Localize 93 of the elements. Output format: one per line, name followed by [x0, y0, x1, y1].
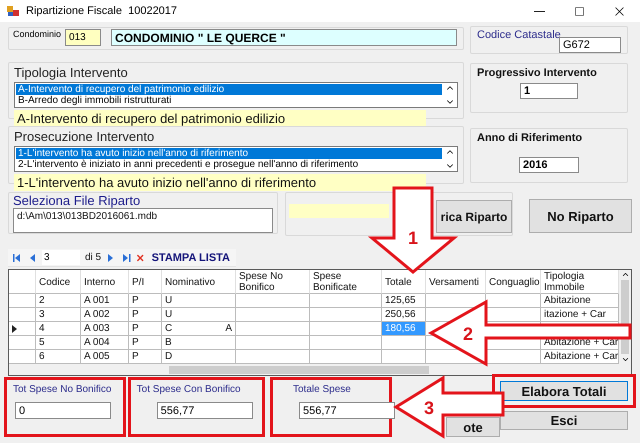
list-box[interactable]: 1-L'intervento ha avuto inizio nell'anno di riferimento 2-L'intervento è iniziato in anni precedenti e prosegue nell'anno di riferimento [14, 146, 458, 172]
name-fragment: U [165, 295, 172, 306]
table-cell: 125,65 [382, 294, 426, 308]
column-header[interactable]: Tipologia Immobile [541, 270, 619, 294]
list-item[interactable]: 2-L'intervento è iniziato in anni precedenti e prosegue nell'anno di riferimento [16, 159, 442, 170]
column-header[interactable]: P/I [129, 270, 162, 294]
print-list-button[interactable]: STAMPA LISTA [150, 252, 232, 264]
table-cell: itazione + Car [541, 308, 619, 322]
table-cell [310, 336, 382, 350]
quote-button[interactable]: ote [446, 417, 500, 437]
anno-label: Anno di Riferimento [477, 132, 584, 144]
list-item[interactable]: A-Intervento di recupero del patrimonio edilizio [16, 84, 442, 95]
table-cell: P [129, 350, 162, 364]
progressivo-label: Progressivo Intervento [477, 67, 598, 79]
column-header[interactable]: Nominativo [162, 270, 236, 294]
table-cell: 3 [36, 308, 81, 322]
table-cell: A 003 [81, 322, 129, 336]
totals-label: Tot Spese Con Bonifico [136, 384, 242, 395]
table-cell: P [129, 322, 162, 336]
table-cell: A 002 [81, 308, 129, 322]
row-header[interactable] [9, 322, 36, 336]
app-icon [6, 4, 20, 18]
window-title: Ripartizione Fiscale 10022017 [26, 5, 178, 17]
condominio-code-field[interactable]: 013 [65, 29, 102, 46]
table-cell [486, 350, 541, 364]
no-riparto-button[interactable]: No Riparto [529, 199, 632, 233]
totals-label: Tot Spese No Bonifico [13, 384, 112, 395]
list-box[interactable]: A-Intervento di recupero del patrimonio edilizio B-Arredo degli immobili ristrutturati [14, 82, 458, 108]
name-fragment: B [165, 337, 172, 348]
table-cell: Abitazione + Car [541, 350, 619, 364]
maximize-icon [574, 6, 584, 16]
totals-field[interactable]: 556,77 [299, 402, 395, 419]
table-cell: 6 [36, 350, 81, 364]
table-cell: 5 [36, 336, 81, 350]
scroll-down-icon[interactable] [620, 355, 630, 364]
table-cell: Abitazione [541, 294, 619, 308]
name-fragment: A [225, 323, 232, 334]
group-label: Seleziona File Riparto [13, 193, 142, 208]
step-number: 1 [408, 228, 418, 248]
column-header[interactable]: Codice [36, 270, 81, 294]
record-count: di 5 [85, 252, 102, 263]
condominio-name-field[interactable]: CONDOMINIO " LE QUERCE " [111, 29, 458, 46]
current-row-icon [12, 324, 17, 332]
list-item[interactable]: 1-L'intervento ha avuto inizio nell'anno di riferimento [16, 148, 442, 159]
table-cell: 180,56 [382, 322, 426, 336]
group-label: Prosecuzione Intervento [14, 129, 156, 144]
esci-button[interactable]: Esci [500, 411, 628, 430]
name-fragment: U [165, 309, 172, 320]
column-header[interactable]: Spese Bonificate [310, 270, 382, 294]
table-cell: 250,56 [382, 308, 426, 322]
table-cell: P [129, 294, 162, 308]
carica-riparto-button[interactable]: rica Riparto [436, 200, 512, 233]
column-header[interactable]: Spese No Bonifico [236, 270, 310, 294]
table-cell [310, 322, 382, 336]
table-cell: A 004 [81, 336, 129, 350]
table-cell [310, 308, 382, 322]
scroll-up-icon[interactable] [620, 270, 630, 279]
group-label: Tipologia Intervento [14, 65, 129, 80]
table-cell [310, 294, 382, 308]
minimize-icon [534, 10, 544, 12]
table-cell [310, 350, 382, 364]
table-cell [426, 294, 486, 308]
table-cell [486, 294, 541, 308]
file-path-field[interactable]: d:\Am\013\013BD2016061.mdb [13, 208, 273, 233]
table-cell: A 005 [81, 350, 129, 364]
progressivo-field[interactable]: 1 [520, 83, 578, 99]
totals-label: Totale Spese [292, 384, 352, 395]
selection-display: A-Intervento di recupero del patrimonio edilizio [14, 110, 426, 127]
table-cell: 4 [36, 322, 81, 336]
elabora-totali-button[interactable]: Elabora Totali [500, 381, 628, 401]
record-position-field[interactable]: 3 [42, 250, 80, 265]
totals-field[interactable]: 556,77 [156, 402, 253, 419]
name-fragment: D [165, 351, 172, 362]
anno-field[interactable]: 2016 [519, 157, 579, 173]
codice-catastale-field[interactable]: G672 [559, 37, 621, 53]
step-number: 2 [463, 324, 473, 344]
column-header[interactable]: Interno [81, 270, 129, 294]
totals-field[interactable]: 0 [15, 402, 111, 419]
horizontal-scrollbar[interactable] [9, 364, 631, 375]
column-header[interactable]: Versamenti [426, 270, 486, 294]
list-item[interactable]: B-Arredo degli immobili ristrutturati [16, 95, 442, 106]
table-cell: P [129, 308, 162, 322]
codice-catastale-label: Codice Catastale [477, 29, 562, 41]
column-header[interactable]: Conguaglio [486, 270, 541, 294]
table-cell: 2 [36, 294, 81, 308]
column-header[interactable]: Totale [382, 270, 426, 294]
selection-display: 1-L'intervento ha avuto inizio nell'anno di riferimento [14, 174, 426, 191]
name-fragment: C [165, 323, 172, 334]
table-cell [486, 308, 541, 322]
condominio-label: Condominio [13, 29, 62, 39]
table-cell: A 001 [81, 294, 129, 308]
table-cell: P [129, 336, 162, 350]
step-number: 3 [424, 398, 434, 418]
